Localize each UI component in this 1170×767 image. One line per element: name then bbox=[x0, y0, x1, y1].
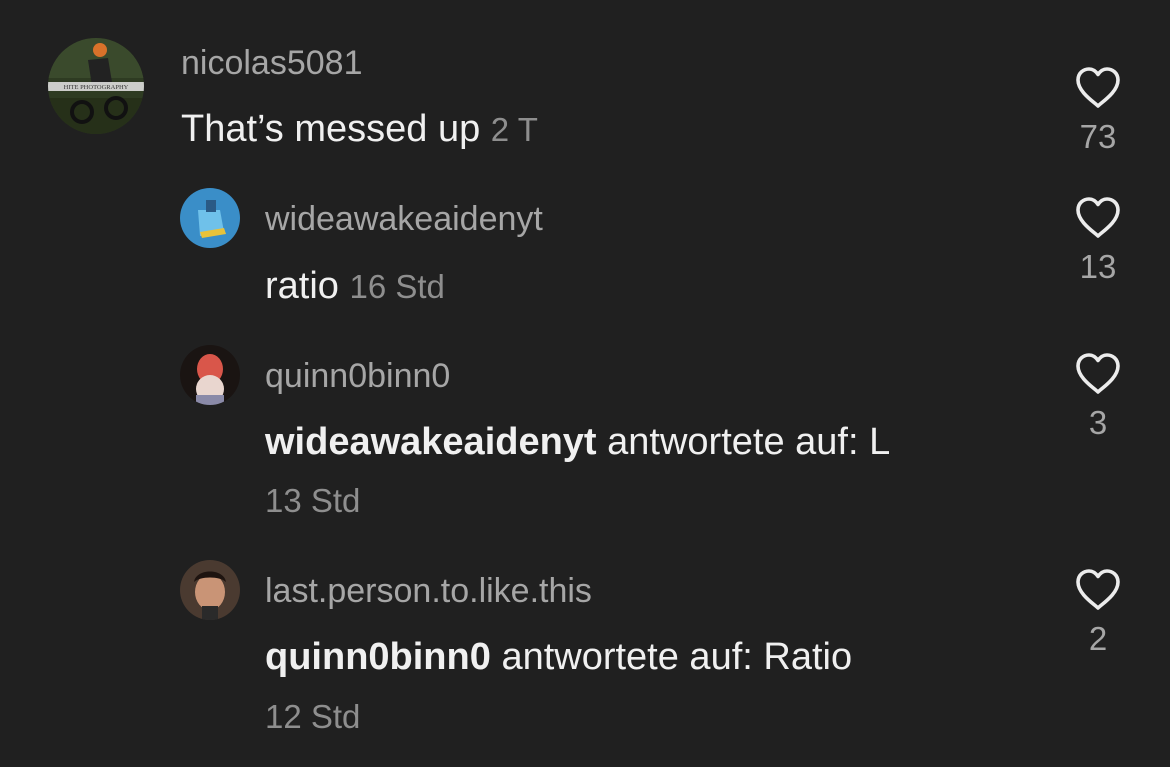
comment-text-line: That’s messed up 2 T bbox=[181, 108, 538, 151]
heart-icon bbox=[1076, 67, 1120, 108]
like-button[interactable]: 13 bbox=[1068, 196, 1128, 286]
reply-label: antwortete auf: L bbox=[607, 421, 891, 463]
avatar-caption: HITE PHOTOGRAPHY bbox=[64, 84, 129, 91]
heart-icon bbox=[1076, 569, 1120, 610]
comment-time: 16 Std bbox=[349, 268, 445, 305]
reply-label: antwortete auf: Ratio bbox=[501, 636, 853, 678]
comment-time: 13 Std bbox=[265, 482, 361, 519]
comment-text-line: ratio 16 Std bbox=[265, 265, 445, 308]
avatar[interactable]: HITE PHOTOGRAPHY bbox=[48, 38, 144, 134]
comment-thread: HITE PHOTOGRAPHY nicolas5081 That’s mess… bbox=[0, 0, 1170, 767]
comment-username[interactable]: last.person.to.like.this bbox=[265, 572, 592, 611]
avatar-photo bbox=[180, 560, 240, 620]
comment-username[interactable]: quinn0binn0 bbox=[265, 357, 450, 396]
like-count: 2 bbox=[1088, 620, 1108, 657]
comment-text: That’s messed up bbox=[181, 108, 481, 150]
like-count: 73 bbox=[1079, 118, 1117, 155]
like-button[interactable]: 73 bbox=[1068, 66, 1128, 156]
heart-icon bbox=[1076, 353, 1120, 394]
like-button[interactable]: 2 bbox=[1068, 568, 1128, 658]
comment-text-line: wideawakeaidenyt antwortete auf: L bbox=[265, 421, 890, 464]
comment-username[interactable]: nicolas5081 bbox=[181, 44, 362, 83]
avatar-photo bbox=[180, 188, 240, 248]
reply-to-username[interactable]: wideawakeaidenyt bbox=[265, 421, 597, 463]
reply-to-username[interactable]: quinn0binn0 bbox=[265, 636, 491, 678]
avatar-photo bbox=[180, 345, 240, 405]
comment-time: 12 Std bbox=[265, 698, 361, 735]
avatar[interactable] bbox=[180, 345, 240, 405]
heart-icon bbox=[1076, 197, 1120, 238]
like-count: 3 bbox=[1088, 404, 1108, 441]
comment-username[interactable]: wideawakeaidenyt bbox=[265, 200, 543, 239]
comment-time: 2 T bbox=[490, 111, 538, 148]
comment-text-line: quinn0binn0 antwortete auf: Ratio bbox=[265, 636, 852, 679]
avatar-photo: HITE PHOTOGRAPHY bbox=[48, 38, 144, 134]
avatar[interactable] bbox=[180, 560, 240, 620]
like-count: 13 bbox=[1079, 248, 1117, 285]
like-button[interactable]: 3 bbox=[1068, 352, 1128, 442]
comment-text: ratio bbox=[265, 265, 339, 307]
avatar[interactable] bbox=[180, 188, 240, 248]
